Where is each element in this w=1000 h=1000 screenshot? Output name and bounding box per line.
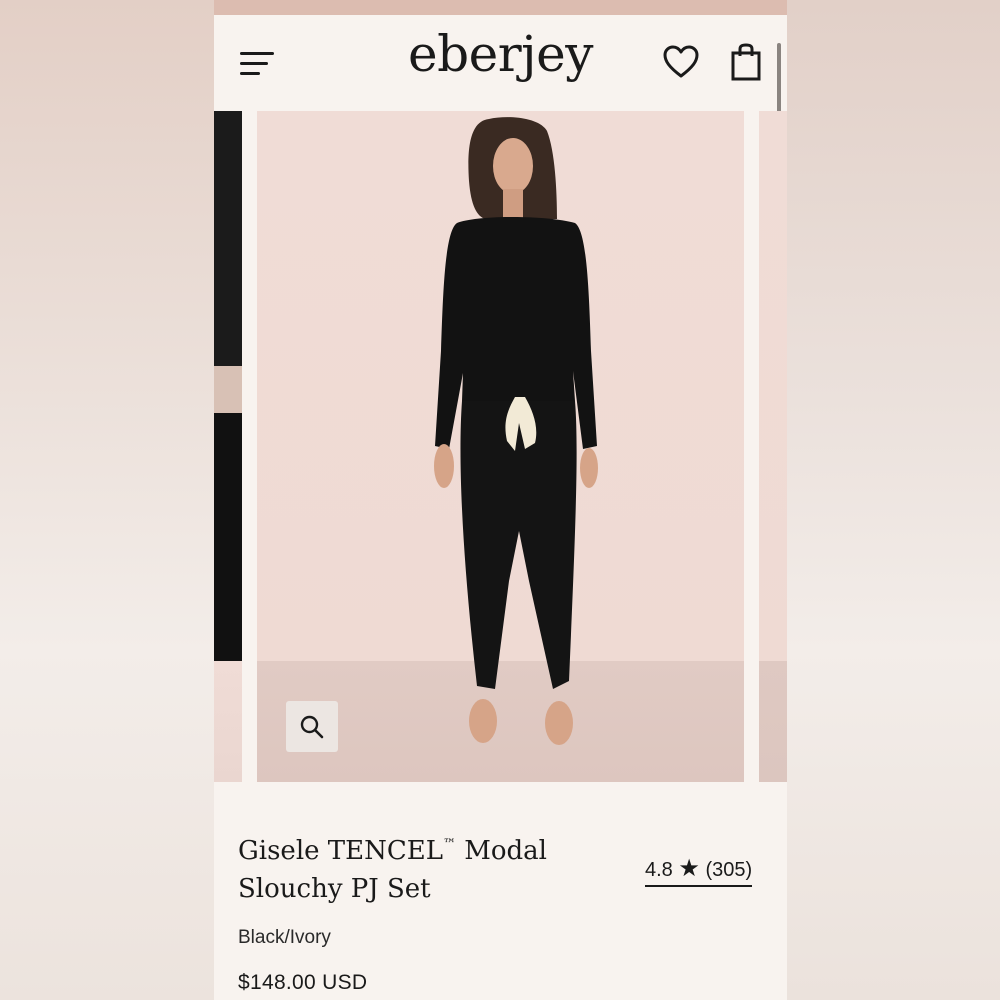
right-blur-background — [787, 0, 1000, 1000]
product-rating-link[interactable]: 4.8 ★ (305) — [645, 854, 753, 887]
product-title: Gisele TENCEL™ Modal Slouchy PJ Set — [238, 836, 547, 904]
magnifier-icon — [300, 715, 324, 738]
left-blur-background — [0, 0, 214, 1000]
product-image-gallery[interactable] — [214, 111, 787, 783]
mobile-screen: eberjey Gisele TENCEL™ Modal Slouchy PJ … — [214, 0, 787, 1000]
rating-value: 4.8 — [645, 859, 673, 881]
site-header: eberjey — [214, 15, 787, 137]
shopping-bag-icon[interactable] — [730, 43, 762, 81]
review-count: (305) — [705, 859, 753, 881]
brand-logo[interactable]: eberjey — [214, 25, 787, 83]
star-icon: ★ — [678, 855, 700, 882]
heart-icon[interactable] — [663, 45, 699, 79]
zoom-button[interactable] — [286, 701, 338, 752]
selected-color: Black/Ivory — [238, 927, 331, 948]
next-product-image[interactable] — [759, 111, 787, 782]
product-image[interactable] — [257, 111, 744, 782]
model-photo — [434, 117, 598, 745]
product-price: $148.00 USD — [238, 971, 368, 994]
top-status-strip — [214, 0, 787, 15]
previous-product-image[interactable] — [214, 111, 242, 782]
